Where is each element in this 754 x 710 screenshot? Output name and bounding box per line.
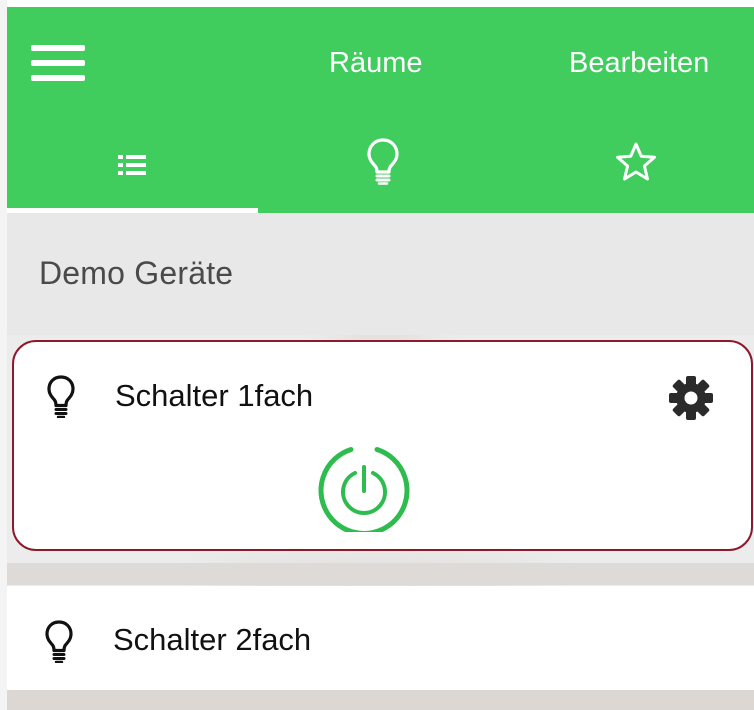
device-list: Demo Geräte Schalter 1fach Schalter 2fac… <box>7 213 754 710</box>
group-title: Demo Geräte <box>39 255 234 291</box>
rooms-link[interactable]: Räume <box>329 43 423 83</box>
device-row-schalter-2fach[interactable]: Schalter 2fach <box>7 586 754 690</box>
lightbulb-icon <box>45 620 73 663</box>
list-divider <box>7 690 754 710</box>
edit-link[interactable]: Bearbeiten <box>569 43 709 83</box>
tab-lights[interactable] <box>258 127 509 213</box>
list-divider <box>7 563 754 585</box>
gear-icon[interactable] <box>667 374 715 422</box>
tab-favorites[interactable] <box>509 127 754 213</box>
device-name: Schalter 2fach <box>113 622 312 657</box>
power-icon[interactable] <box>317 446 411 532</box>
left-edge-strip <box>0 0 7 710</box>
lightbulb-icon <box>47 375 75 418</box>
list-icon <box>118 155 146 175</box>
hamburger-menu-icon[interactable] <box>31 43 85 83</box>
group-header: Demo Geräte <box>7 213 754 335</box>
app-bar: Räume Bearbeiten <box>7 7 754 213</box>
tab-bar <box>7 127 754 213</box>
device-card-schalter-1fach[interactable]: Schalter 1fach <box>12 340 753 551</box>
star-icon <box>616 142 656 181</box>
device-name: Schalter 1fach <box>115 378 314 413</box>
lightbulb-icon <box>367 138 399 185</box>
app-root: Räume Bearbeiten Demo Geräte Schalter 1f… <box>0 0 754 710</box>
tab-list[interactable] <box>7 127 258 213</box>
